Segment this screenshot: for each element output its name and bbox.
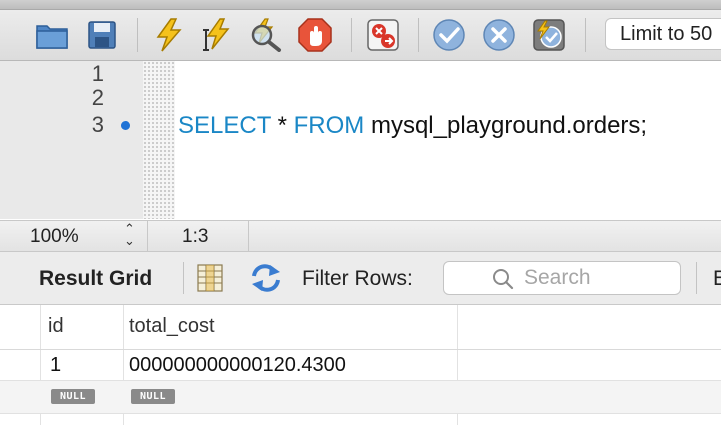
- zoom-stepper[interactable]: ⌃ ⌄: [124, 222, 135, 248]
- toolbar-separator: [183, 262, 184, 294]
- execute-current-icon: [203, 18, 230, 51]
- execute-button[interactable]: [150, 16, 188, 54]
- result-grid-tab[interactable]: Result Grid: [39, 267, 152, 291]
- grid-view-icon: [197, 264, 223, 292]
- autocommit-icon: [533, 19, 565, 51]
- column-header-id[interactable]: id: [48, 315, 64, 338]
- toolbar-separator: [585, 18, 586, 52]
- sql-query-line[interactable]: SELECT * FROM mysql_playground.orders;: [178, 111, 647, 141]
- result-grid[interactable]: id total_cost 1 000000000000120.4300 NUL…: [0, 305, 721, 425]
- explain-button[interactable]: [246, 16, 284, 54]
- keyword-from: FROM: [293, 112, 365, 139]
- line-number: 2: [91, 85, 104, 110]
- refresh-button[interactable]: [249, 263, 283, 298]
- limit-rows-select[interactable]: Limit to 50: [605, 18, 721, 50]
- query-star: *: [270, 112, 294, 139]
- commit-icon: [433, 19, 465, 51]
- toolbar-separator: [137, 18, 138, 52]
- save-icon: [88, 21, 116, 49]
- autocommit-button[interactable]: [530, 16, 568, 54]
- editor-status-bar: 100% ⌃ ⌄ 1:3: [0, 220, 721, 252]
- line-number: 1: [91, 61, 104, 86]
- result-toolbar: Result Grid Filter Rows: E: [0, 252, 721, 305]
- column-header-total-cost[interactable]: total_cost: [129, 315, 215, 338]
- line-number: 3: [91, 112, 104, 137]
- null-badge[interactable]: NULL: [51, 389, 95, 404]
- folder-icon: [36, 25, 68, 49]
- header-divider: [0, 349, 721, 350]
- status-separator: [248, 221, 249, 251]
- commit-button[interactable]: [430, 16, 468, 54]
- table-row[interactable]: [0, 380, 721, 414]
- rollback-icon: [483, 19, 515, 51]
- cell-id[interactable]: 1: [50, 354, 61, 377]
- keyword-select: SELECT: [178, 112, 271, 139]
- rollback-button[interactable]: [480, 16, 518, 54]
- status-separator: [147, 221, 148, 251]
- stop-icon: [298, 18, 332, 52]
- save-button[interactable]: [83, 16, 121, 54]
- zoom-level: 100%: [30, 226, 79, 247]
- refresh-icon: [252, 264, 280, 292]
- toolbar-separator: [418, 18, 419, 52]
- fold-margin: [143, 61, 175, 219]
- chevron-down-icon[interactable]: ⌄: [124, 233, 135, 248]
- toolbar-separator: [696, 262, 697, 294]
- execute-icon: [156, 18, 182, 52]
- toggle-error-button[interactable]: [364, 16, 402, 54]
- toolbar-separator: [351, 18, 352, 52]
- statement-marker-dot[interactable]: [121, 121, 130, 130]
- line-number-gutter: 1 2 3: [0, 61, 143, 219]
- stop-button[interactable]: [296, 16, 334, 54]
- null-badge[interactable]: NULL: [131, 389, 175, 404]
- grid-view-button[interactable]: [197, 264, 223, 297]
- toggle-error-icon: [367, 19, 399, 51]
- search-input[interactable]: [524, 265, 674, 291]
- edit-label-truncated[interactable]: E: [713, 267, 721, 291]
- query-table-name: mysql_playground.orders;: [364, 112, 648, 139]
- tab-strip: [0, 0, 721, 10]
- filter-search-box[interactable]: [443, 261, 681, 295]
- search-icon: [493, 269, 514, 290]
- editor-toolbar: Limit to 50: [0, 10, 721, 61]
- filter-rows-label: Filter Rows:: [302, 267, 413, 290]
- sql-editor[interactable]: 1 2 3 SELECT * FROM mysql_playground.ord…: [0, 61, 721, 219]
- execute-current-button[interactable]: [198, 16, 236, 54]
- open-file-button[interactable]: [33, 16, 71, 54]
- explain-icon: [251, 18, 281, 52]
- cursor-position: 1:3: [182, 226, 209, 247]
- cell-total-cost[interactable]: 000000000000120.4300: [129, 354, 346, 377]
